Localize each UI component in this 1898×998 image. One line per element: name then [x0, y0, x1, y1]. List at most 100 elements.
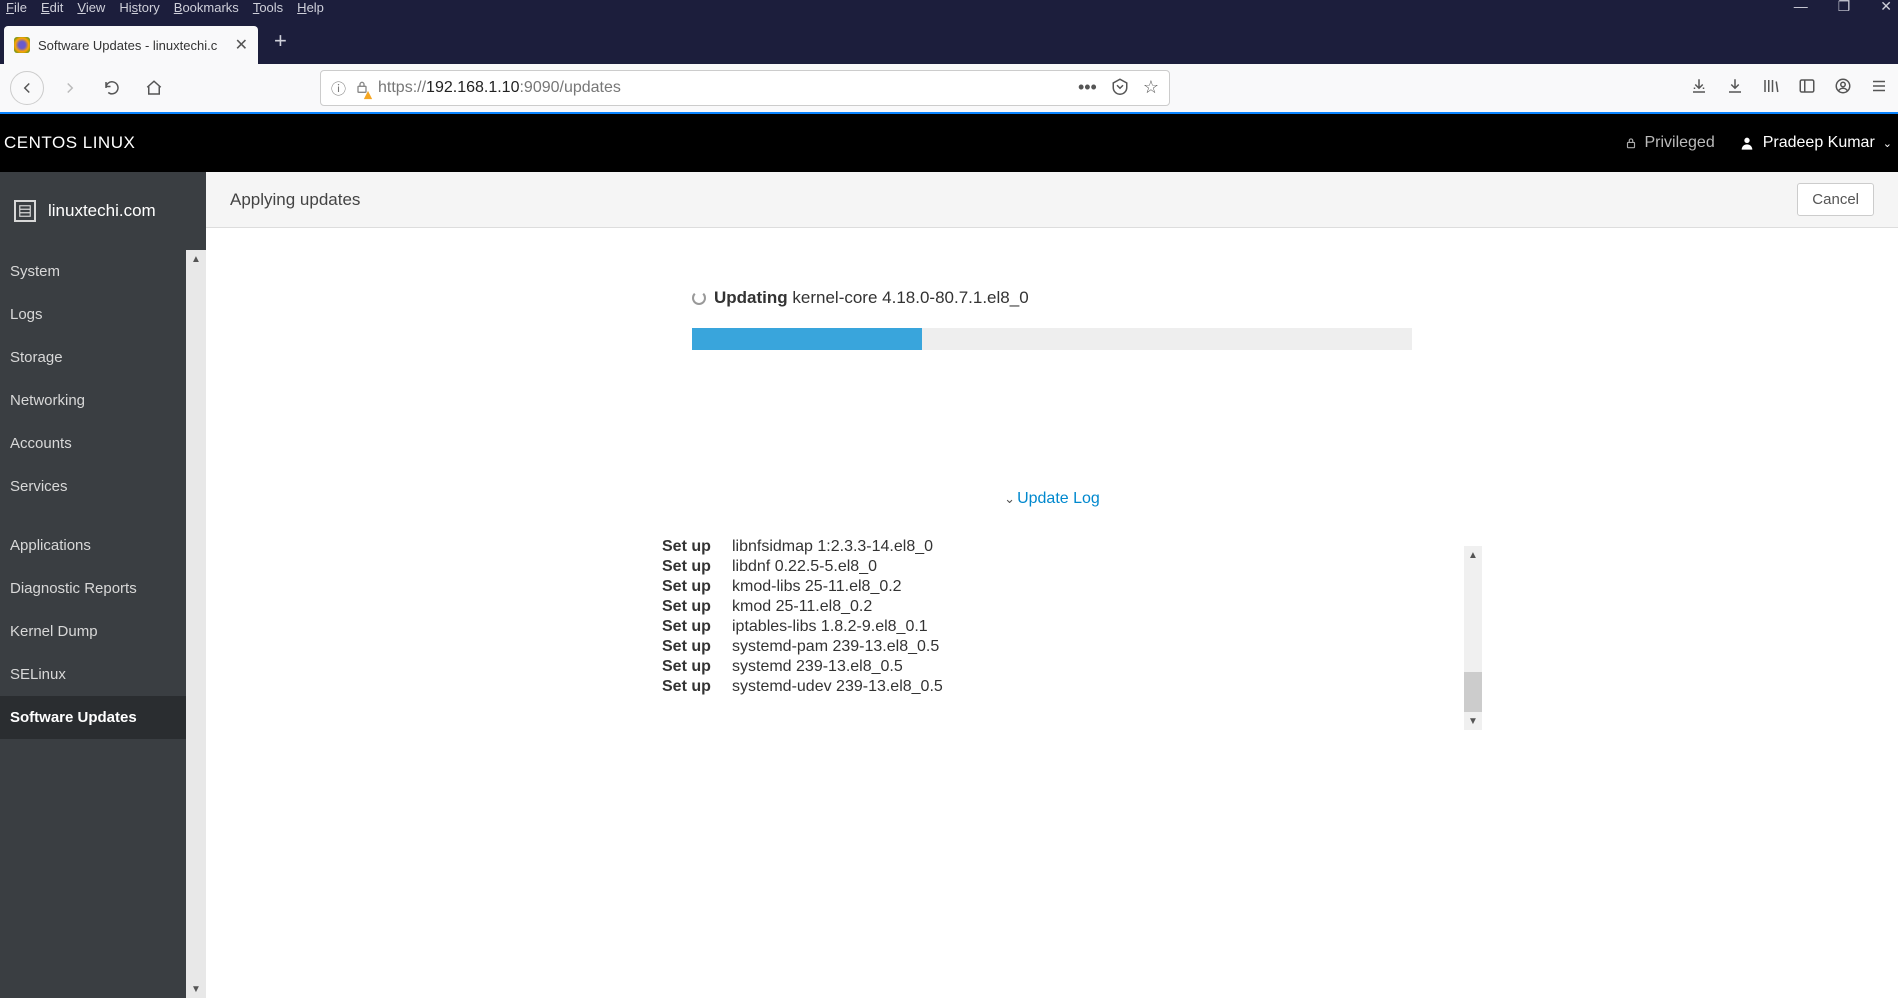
- user-name: Pradeep Kumar: [1763, 134, 1875, 152]
- url-bar[interactable]: ⓘ https://192.168.1.10:9090/updates ••• …: [320, 70, 1170, 106]
- page-actions-icon[interactable]: •••: [1078, 77, 1097, 100]
- log-line: Set upsystemd-udev 239-13.el8_0.5: [662, 678, 1442, 696]
- scroll-down-icon[interactable]: ▼: [1464, 712, 1482, 730]
- scroll-up-icon[interactable]: ▲: [1464, 546, 1482, 564]
- sidebar-item-services[interactable]: Services: [0, 465, 186, 508]
- log-action: Set up: [662, 658, 732, 676]
- update-log-toggle[interactable]: ⌄Update Log: [662, 490, 1442, 508]
- tab-strip: Software Updates - linuxtechi.c ✕ +: [0, 18, 1898, 64]
- cockpit-body: linuxtechi.com SystemLogsStorageNetworki…: [0, 172, 1898, 998]
- log-package: iptables-libs 1.8.2-9.el8_0.1: [732, 618, 928, 636]
- log-scrollbar[interactable]: ▲ ▼: [1464, 546, 1482, 730]
- menu-help[interactable]: Help: [297, 0, 324, 15]
- sidebar-item-storage[interactable]: Storage: [0, 336, 186, 379]
- lock-icon: [1624, 136, 1638, 150]
- library-download-icon[interactable]: [1690, 77, 1708, 100]
- log-action: Set up: [662, 678, 732, 696]
- new-tab-button[interactable]: +: [274, 28, 287, 54]
- forward-button[interactable]: [54, 72, 86, 104]
- scroll-up-icon[interactable]: ▲: [186, 250, 206, 268]
- log-section: ⌄Update Log Set uplibnfsidmap 1:2.3.3-14…: [662, 490, 1442, 738]
- back-button[interactable]: [10, 71, 44, 105]
- log-line: Set upkmod-libs 25-11.el8_0.2: [662, 578, 1442, 596]
- reload-button[interactable]: [96, 72, 128, 104]
- window-close[interactable]: ✕: [1880, 0, 1892, 15]
- log-action: Set up: [662, 598, 732, 616]
- scroll-down-icon[interactable]: ▼: [186, 980, 206, 998]
- arrow-left-icon: [18, 79, 36, 97]
- browser-tab[interactable]: Software Updates - linuxtechi.c ✕: [4, 26, 258, 64]
- tab-favicon: [14, 37, 30, 53]
- sidebar-item-accounts[interactable]: Accounts: [0, 422, 186, 465]
- privileged-badge[interactable]: Privileged: [1624, 134, 1714, 152]
- content-header: Applying updates Cancel: [206, 172, 1898, 228]
- menu-bookmarks[interactable]: Bookmarks: [174, 0, 239, 15]
- log-package: kmod-libs 25-11.el8_0.2: [732, 578, 902, 596]
- progress-bar: [692, 328, 1412, 350]
- log-line: Set uplibnfsidmap 1:2.3.3-14.el8_0: [662, 538, 1442, 556]
- menu-tools[interactable]: Tools: [253, 0, 283, 15]
- browser-toolbar: ⓘ https://192.168.1.10:9090/updates ••• …: [0, 64, 1898, 114]
- menu-hamburger-icon[interactable]: [1870, 77, 1888, 100]
- window-maximize[interactable]: ❐: [1838, 0, 1851, 15]
- log-action: Set up: [662, 638, 732, 656]
- sidebar-nav: SystemLogsStorageNetworkingAccountsServi…: [0, 250, 206, 998]
- sidebar-item-kernel-dump[interactable]: Kernel Dump: [0, 610, 186, 653]
- log-package: systemd 239-13.el8_0.5: [732, 658, 903, 676]
- scroll-thumb[interactable]: [1464, 672, 1482, 712]
- user-menu[interactable]: Pradeep Kumar ⌄: [1739, 134, 1892, 152]
- window-minimize[interactable]: —: [1794, 0, 1808, 15]
- log-line: Set upiptables-libs 1.8.2-9.el8_0.1: [662, 618, 1442, 636]
- site-info-icon[interactable]: ⓘ: [331, 78, 346, 99]
- log-package: libdnf 0.22.5-5.el8_0: [732, 558, 877, 576]
- log-action: Set up: [662, 578, 732, 596]
- window-controls: — ❐ ✕: [1794, 0, 1892, 15]
- log-line: Set upsystemd-pam 239-13.el8_0.5: [662, 638, 1442, 656]
- sidebar-item-logs[interactable]: Logs: [0, 293, 186, 336]
- sidebar-item-selinux[interactable]: SELinux: [0, 653, 186, 696]
- sidebar-scrollbar[interactable]: ▲ ▼: [186, 250, 206, 998]
- account-icon[interactable]: [1834, 77, 1852, 100]
- log-action: Set up: [662, 618, 732, 636]
- chevron-down-icon: ⌄: [1883, 137, 1892, 150]
- log-action: Set up: [662, 558, 732, 576]
- log-lines: Set uplibnfsidmap 1:2.3.3-14.el8_0 Set up…: [662, 538, 1442, 696]
- sidebar-item-system[interactable]: System: [0, 250, 186, 293]
- content: Applying updates Cancel Updating kernel-…: [206, 172, 1898, 998]
- menu-history[interactable]: History: [119, 0, 159, 15]
- reload-icon: [103, 79, 121, 97]
- log-package: kmod 25-11.el8_0.2: [732, 598, 872, 616]
- home-button[interactable]: [138, 72, 170, 104]
- sidebar-item-networking[interactable]: Networking: [0, 379, 186, 422]
- bookmark-star-icon[interactable]: ☆: [1143, 77, 1159, 100]
- cockpit-brand: CENTOS LINUX: [4, 133, 135, 153]
- update-status: Updating kernel-core 4.18.0-80.7.1.el8_0: [692, 288, 1412, 308]
- log-package: systemd-pam 239-13.el8_0.5: [732, 638, 939, 656]
- arrow-right-icon: [61, 79, 79, 97]
- downloads-icon[interactable]: [1726, 77, 1744, 100]
- sidebar-item-applications[interactable]: Applications: [0, 524, 186, 567]
- cancel-button[interactable]: Cancel: [1797, 183, 1874, 216]
- sidebar-item-diagnostic-reports[interactable]: Diagnostic Reports: [0, 567, 186, 610]
- privileged-label: Privileged: [1644, 134, 1714, 152]
- host-label: linuxtechi.com: [48, 201, 156, 221]
- lock-warning-icon[interactable]: [354, 79, 370, 98]
- sidebar: linuxtechi.com SystemLogsStorageNetworki…: [0, 172, 206, 998]
- log-line: Set upsystemd 239-13.el8_0.5: [662, 658, 1442, 676]
- progress-fill: [692, 328, 922, 350]
- url-text: https://192.168.1.10:9090/updates: [378, 79, 1070, 97]
- sidebar-icon[interactable]: [1798, 77, 1816, 100]
- page-title: Applying updates: [230, 190, 360, 210]
- menu-edit[interactable]: Edit: [41, 0, 63, 15]
- spinner-icon: [692, 291, 706, 305]
- home-icon: [145, 79, 163, 97]
- sidebar-item-software-updates[interactable]: Software Updates: [0, 696, 186, 739]
- pocket-icon[interactable]: [1111, 77, 1129, 100]
- tab-close-icon[interactable]: ✕: [235, 35, 248, 55]
- menu-file[interactable]: File: [6, 0, 27, 15]
- window-menubar: File Edit View History Bookmarks Tools H…: [0, 0, 1898, 18]
- library-icon[interactable]: [1762, 77, 1780, 100]
- host-row[interactable]: linuxtechi.com: [0, 172, 206, 250]
- menu-view[interactable]: View: [77, 0, 105, 15]
- chevron-down-icon: ⌄: [1004, 491, 1015, 506]
